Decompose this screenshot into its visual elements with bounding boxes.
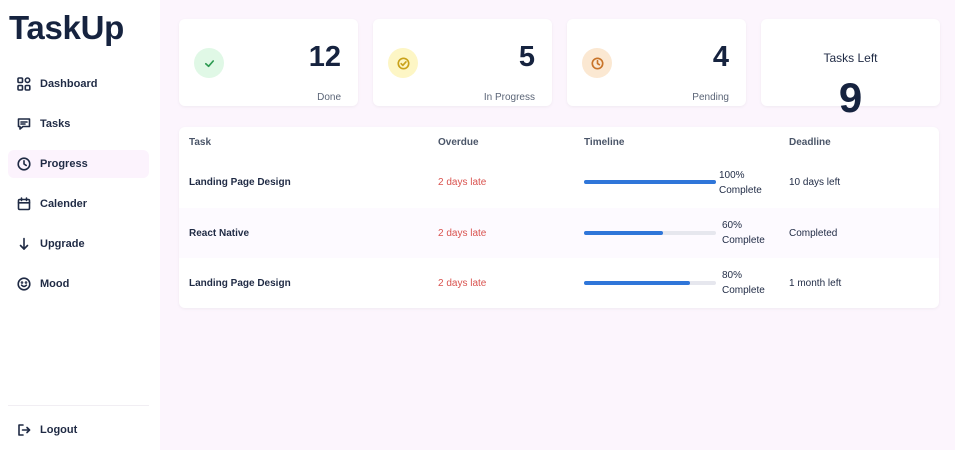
sidebar-item-label: Tasks [40, 118, 71, 130]
stat-label: Done [317, 92, 341, 103]
sidebar-item-tasks[interactable]: Tasks [8, 110, 149, 138]
check-icon [194, 48, 224, 78]
sidebar-item-upgrade[interactable]: Upgrade [8, 230, 149, 258]
overdue-text: 2 days late [438, 278, 487, 289]
stat-label: Pending [692, 92, 729, 103]
clock-icon [17, 157, 31, 171]
progress-label: 100% Complete [719, 168, 762, 198]
smile-icon [17, 277, 31, 291]
progress-fill [584, 281, 690, 285]
deadline-text: 10 days left [789, 177, 841, 188]
sidebar-item-label: Mood [40, 278, 70, 290]
dashboard-icon [17, 77, 31, 91]
deadline-text: 1 month left [789, 278, 842, 289]
progress-bar [584, 180, 716, 184]
sidebar-item-label: Dashboard [40, 78, 98, 90]
logout-label: Logout [40, 424, 78, 436]
stat-card-pending: 4 Pending [567, 19, 746, 106]
stat-label: In Progress [483, 92, 535, 103]
column-header-overdue: Overdue [438, 137, 479, 148]
clock-icon [582, 48, 612, 78]
calendar-icon [17, 197, 31, 211]
table-row[interactable]: Landing Page Design 2 days late 100% Com… [179, 158, 939, 208]
task-table: Task Overdue Timeline Deadline Landing P… [179, 127, 939, 308]
table-row[interactable]: React Native 2 days late 60% Complete Co… [179, 208, 939, 258]
column-header-task: Task [189, 137, 212, 148]
progress-label: 80% Complete [722, 268, 765, 298]
progress-status: Complete [722, 285, 765, 296]
stat-card-done: 12 Done [179, 19, 358, 106]
stat-value: 12 [308, 41, 341, 73]
arrow-down-icon [17, 237, 31, 251]
progress-fill [584, 231, 664, 235]
tasks-left-value: 9 [838, 74, 863, 121]
progress-label: 60% Complete [722, 218, 765, 248]
progress-percent: 100% [719, 170, 745, 181]
stat-value: 4 [712, 41, 729, 73]
progress-bar [584, 281, 716, 285]
sidebar-item-label: Upgrade [40, 238, 85, 250]
app-logo: TaskUp [9, 9, 124, 46]
table-row[interactable]: Landing Page Design 2 days late 80% Comp… [179, 258, 939, 308]
sidebar-item-label: Calender [40, 198, 88, 210]
progress-fill [584, 180, 716, 184]
column-header-deadline: Deadline [789, 137, 831, 148]
sidebar-item-calender[interactable]: Calender [8, 190, 149, 218]
overdue-text: 2 days late [438, 228, 487, 239]
column-header-timeline: Timeline [584, 137, 625, 148]
overdue-text: 2 days late [438, 177, 487, 188]
progress-status: Complete [719, 185, 762, 196]
tasks-left-label: Tasks Left [823, 51, 878, 65]
logout-icon [17, 423, 31, 437]
sidebar-item-dashboard[interactable]: Dashboard [8, 70, 149, 98]
deadline-text: Completed [789, 228, 838, 239]
tasks-left-card: Tasks Left 9 [761, 19, 940, 121]
progress-status: Complete [722, 235, 765, 246]
stat-value: 5 [518, 41, 535, 73]
progress-bar [584, 231, 716, 235]
stat-card-in-progress: 5 In Progress [373, 19, 552, 106]
task-name: Landing Page Design [189, 177, 291, 188]
progress-percent: 80% [722, 270, 743, 281]
task-name: React Native [189, 228, 250, 239]
sidebar-divider [8, 405, 149, 406]
progress-percent: 60% [722, 220, 743, 231]
logout-button[interactable]: Logout [8, 416, 149, 444]
sidebar-item-label: Progress [40, 158, 88, 170]
check-circle-icon [388, 48, 418, 78]
sidebar: TaskUp Dashboard Tasks Progress Calender… [0, 0, 160, 450]
sidebar-item-progress[interactable]: Progress [8, 150, 149, 178]
chat-icon [17, 117, 31, 131]
sidebar-item-mood[interactable]: Mood [8, 270, 149, 298]
task-name: Landing Page Design [189, 278, 291, 289]
